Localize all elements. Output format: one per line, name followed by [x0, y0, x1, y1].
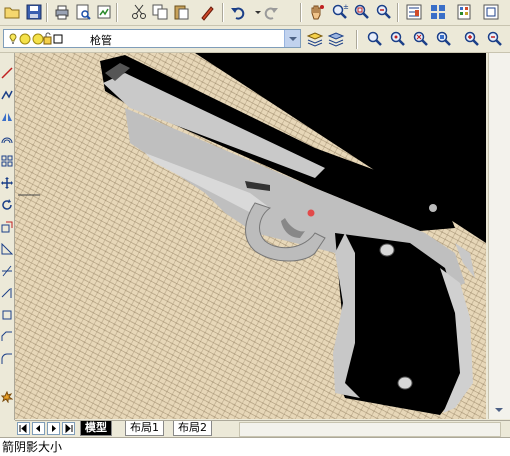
zoom-window-icon[interactable]: [353, 3, 371, 21]
grip-screw-top: [379, 243, 395, 257]
help-icon[interactable]: [482, 3, 500, 21]
trim-icon[interactable]: [1, 265, 13, 277]
toolbar-separator: [356, 30, 358, 49]
chevron-down-icon[interactable]: [284, 30, 300, 47]
layer-manager-icon[interactable]: [306, 30, 324, 48]
pistol-safety-dot: [307, 209, 315, 217]
line-icon[interactable]: [1, 67, 13, 79]
scroll-down-icon[interactable]: [493, 405, 505, 415]
mirror-icon[interactable]: [1, 111, 13, 123]
offset-icon[interactable]: [1, 133, 13, 145]
fillet-icon[interactable]: [1, 353, 13, 365]
modify-toolbar: [0, 53, 15, 420]
rotate-icon[interactable]: [1, 199, 13, 211]
open-icon[interactable]: [3, 3, 21, 21]
horizontal-scrollbar[interactable]: [239, 422, 501, 437]
layout-tab-bar: 模型 布局1 布局2: [15, 420, 510, 437]
print-icon[interactable]: [53, 3, 71, 21]
zoom-window-icon[interactable]: [366, 30, 384, 48]
design-center-icon[interactable]: [429, 3, 447, 21]
layer-previous-icon[interactable]: [327, 30, 345, 48]
move-icon[interactable]: [1, 177, 13, 189]
zoom-previous-icon[interactable]: [375, 3, 393, 21]
zoom-scale-icon[interactable]: [412, 30, 430, 48]
print-preview-icon[interactable]: [74, 3, 92, 21]
tab-layout2[interactable]: 布局2: [173, 421, 212, 436]
chamfer-icon[interactable]: [1, 331, 13, 343]
pan-icon[interactable]: [308, 3, 326, 21]
zoom-out-icon[interactable]: [486, 30, 504, 48]
toolbar-separator: [222, 3, 224, 22]
zoom-realtime-icon[interactable]: ±: [331, 3, 349, 21]
grip-screw-bottom: [397, 376, 413, 390]
layer-dropdown[interactable]: 枪管: [3, 29, 301, 48]
publish-icon[interactable]: [95, 3, 113, 21]
tool-palettes-icon[interactable]: [455, 3, 473, 21]
zoom-dynamic-icon[interactable]: [389, 30, 407, 48]
tab-layout1[interactable]: 布局1: [125, 421, 164, 436]
drawing-viewport[interactable]: [15, 53, 486, 419]
array-icon[interactable]: [1, 155, 13, 167]
polyline-icon[interactable]: [1, 89, 13, 101]
toolbar-separator: [46, 3, 48, 22]
properties-icon[interactable]: [405, 3, 423, 21]
zoom-in-icon[interactable]: [463, 30, 481, 48]
paste-icon[interactable]: [172, 3, 190, 21]
previous-tab-button[interactable]: [32, 422, 45, 435]
explode-icon[interactable]: [1, 391, 13, 403]
command-line[interactable]: 箭阴影大小: [0, 437, 510, 456]
svg-text:±: ±: [343, 3, 349, 11]
zoom-center-icon[interactable]: [435, 30, 453, 48]
toolbar-separator: [397, 3, 399, 22]
last-tab-button[interactable]: [62, 422, 75, 435]
redo-icon[interactable]: [262, 3, 280, 21]
save-icon[interactable]: [25, 3, 43, 21]
layers-toolbar: 枪管: [0, 26, 510, 53]
vertical-scrollbar[interactable]: [488, 53, 510, 419]
current-layer-name: 枪管: [90, 34, 112, 47]
undo-dropdown-icon[interactable]: [249, 3, 261, 21]
cut-icon[interactable]: [130, 3, 148, 21]
layer-state-icons: [9, 32, 63, 45]
undo-icon[interactable]: [229, 3, 247, 21]
tab-model[interactable]: 模型: [80, 421, 112, 436]
standard-toolbar: ±: [0, 0, 510, 26]
next-tab-button[interactable]: [47, 422, 60, 435]
pistol-hammer-pin: [429, 204, 437, 212]
pistol-3d-model: [18, 53, 486, 415]
scale-icon[interactable]: [1, 221, 13, 233]
first-tab-button[interactable]: [17, 422, 30, 435]
toolbar-separator: [300, 3, 302, 22]
break-icon[interactable]: [1, 309, 13, 321]
match-properties-icon[interactable]: [199, 3, 217, 21]
toolbar-separator: [116, 3, 118, 22]
extend-icon[interactable]: [1, 287, 13, 299]
copy-icon[interactable]: [151, 3, 169, 21]
stretch-icon[interactable]: [1, 243, 13, 255]
